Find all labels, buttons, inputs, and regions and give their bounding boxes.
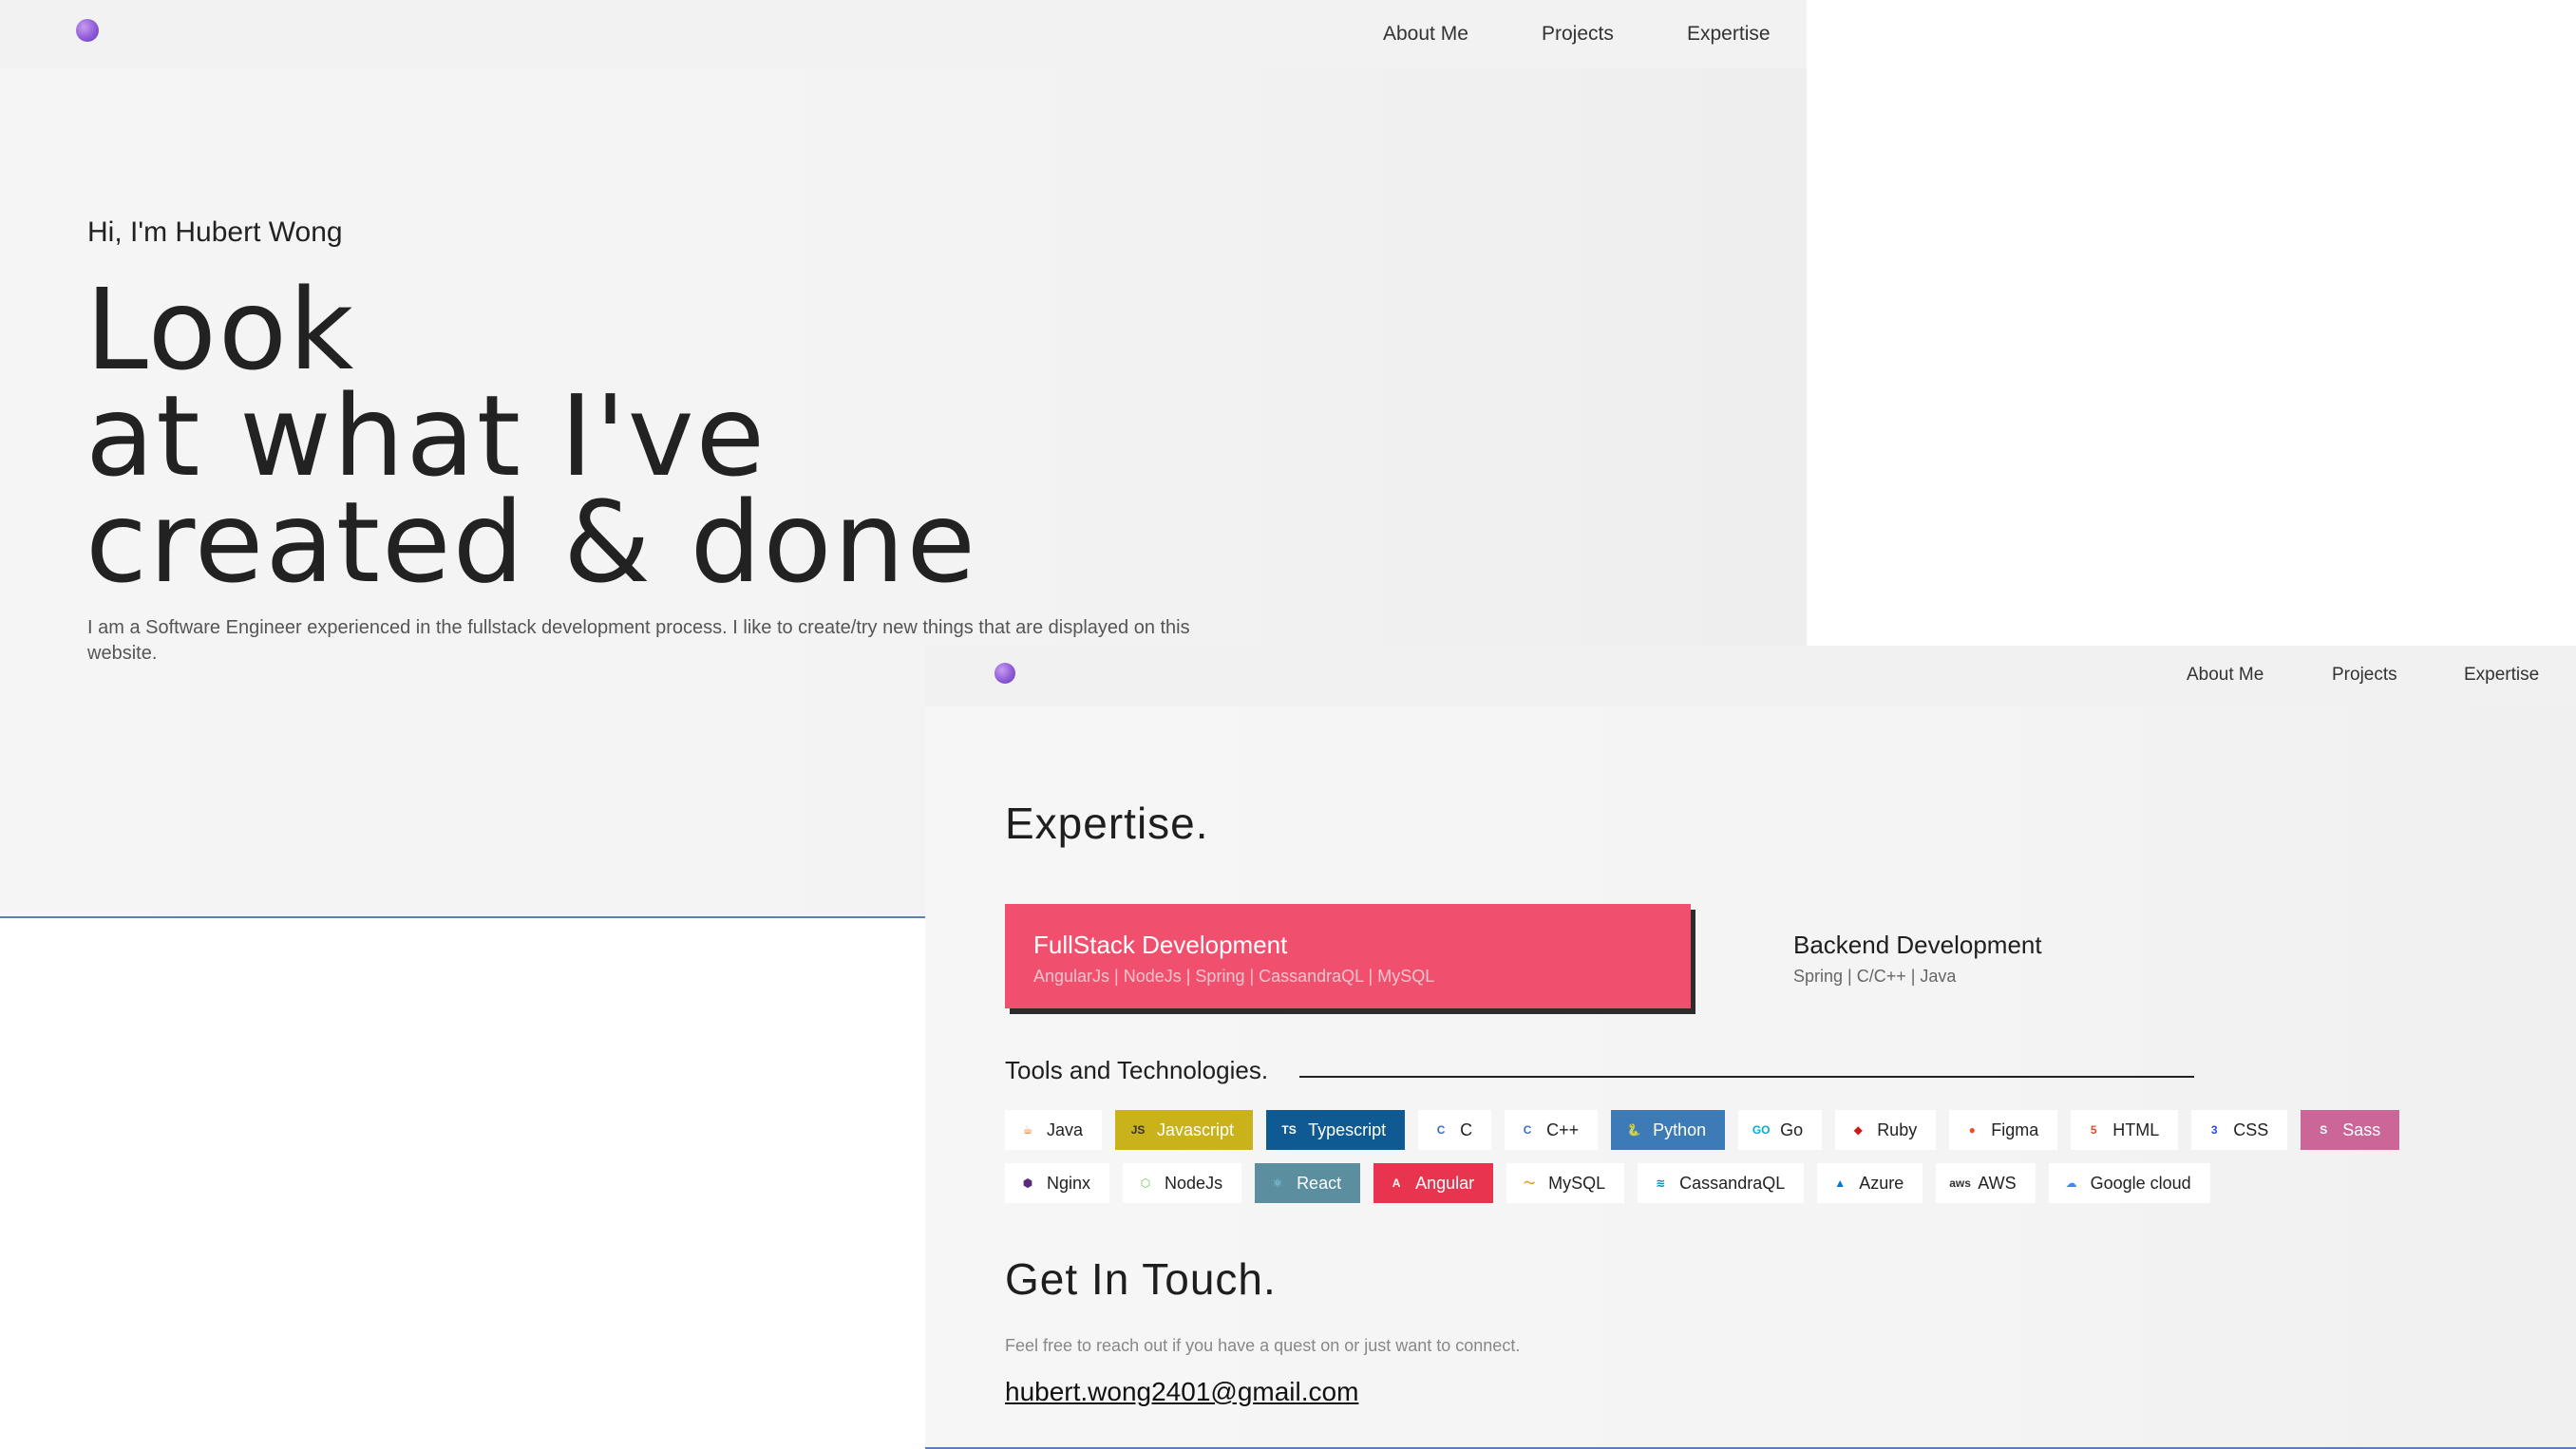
expertise-card-stack: Spring | C/C++ | Java	[1793, 967, 1957, 986]
sass-icon: S	[2320, 1123, 2328, 1137]
tool-chip-html[interactable]: 5 HTML	[2071, 1110, 2179, 1150]
tool-chip-javascript[interactable]: JS Javascript	[1115, 1110, 1254, 1150]
hero-navbar: About Me Projects Expertise	[0, 0, 1807, 68]
tool-chip-label: Go	[1780, 1120, 1804, 1139]
tool-chip-label: React	[1297, 1173, 1342, 1193]
html-icon: 5	[2090, 1123, 2097, 1137]
expertise-card-title: FullStack Development	[1033, 931, 1288, 959]
expertise-navbar: About Me Projects Expertise	[925, 646, 2576, 706]
expertise-card-stack: AngularJs | NodeJs | Spring | CassandraQ…	[1033, 967, 1435, 986]
tool-chip-azure[interactable]: ▲ Azure	[1817, 1163, 1923, 1203]
tool-chip-figma[interactable]: ● Figma	[1949, 1110, 2058, 1150]
tool-chip-java[interactable]: ☕ Java	[1005, 1110, 1103, 1150]
nginx-icon: ⬢	[1022, 1176, 1033, 1190]
tool-chip-label: C	[1460, 1120, 1473, 1139]
tool-chip-go[interactable]: GO Go	[1738, 1110, 1823, 1150]
tool-chip-label: Nginx	[1047, 1173, 1091, 1193]
cpp-icon: C	[1523, 1123, 1532, 1137]
javascript-icon: JS	[1130, 1123, 1146, 1137]
nodejs-icon: ⬡	[1140, 1176, 1151, 1190]
nav-expertise[interactable]: Expertise	[2464, 665, 2539, 686]
css-icon: 3	[2210, 1123, 2218, 1137]
tool-chip-label: Figma	[1991, 1120, 2039, 1139]
tool-chip-label: Javascript	[1157, 1120, 1235, 1139]
java-icon: ☕	[1022, 1123, 1033, 1137]
aws-icon: aws	[1949, 1176, 1971, 1190]
react-icon: ⚛	[1272, 1176, 1283, 1190]
tool-chip-c[interactable]: CC	[1418, 1110, 1492, 1150]
tool-chip-react[interactable]: ⚛ React	[1255, 1163, 1361, 1203]
python-icon: 🐍	[1626, 1123, 1641, 1137]
tool-chip-label: Azure	[1859, 1173, 1904, 1193]
nav-expertise[interactable]: Expertise	[1687, 23, 1771, 46]
tool-chip-angular[interactable]: A Angular	[1373, 1163, 1494, 1203]
tools-divider	[1299, 1076, 2194, 1078]
c-icon: C	[1436, 1123, 1446, 1137]
angular-icon: A	[1392, 1176, 1401, 1190]
hero-greeting: Hi, I'm Hubert Wong	[87, 216, 343, 248]
expertise-page-window: About Me Projects Expertise Expertise. F…	[925, 646, 2576, 1449]
tool-chip-label: Java	[1047, 1120, 1084, 1139]
logo-icon[interactable]	[76, 19, 99, 42]
expertise-card-backend[interactable]: Backend Development Spring | C/C++ | Jav…	[1765, 904, 2449, 1008]
cassandra-icon: ≋	[1656, 1176, 1666, 1190]
tool-chip-label: CSS	[2233, 1120, 2269, 1139]
tool-chip-label: CassandraQL	[1679, 1173, 1786, 1193]
tool-chip-label: HTML	[2112, 1120, 2160, 1139]
figma-icon: ●	[1968, 1123, 1976, 1137]
tools-row-2: ⬢ Nginx ⬡ NodeJs ⚛ React A Angular 〜 MySQL ≋ Cassan…	[1005, 1163, 2210, 1203]
tool-chip-cassandraql[interactable]: ≋ CassandraQL	[1638, 1163, 1805, 1203]
google-cloud-icon: ☁	[2065, 1176, 2077, 1190]
email-link[interactable]: hubert.wong2401@gmail.com	[1005, 1377, 1358, 1407]
tool-chip-mysql[interactable]: 〜 MySQL	[1506, 1163, 1625, 1203]
tool-chip-sass[interactable]: S Sass	[2301, 1110, 2400, 1150]
tool-chip-label: Angular	[1415, 1173, 1475, 1193]
nav-projects[interactable]: Projects	[2332, 665, 2397, 686]
headline-line-1: Look	[85, 264, 356, 395]
tool-chip-c-[interactable]: C C++	[1505, 1110, 1599, 1150]
expertise-card-title: Backend Development	[1793, 931, 2042, 959]
nav-projects[interactable]: Projects	[1542, 23, 1614, 46]
ruby-icon: ◆	[1853, 1123, 1863, 1137]
headline-line-3: created & done	[85, 477, 977, 608]
tool-chip-label: Sass	[2342, 1120, 2381, 1139]
azure-icon: ▲	[1834, 1176, 1847, 1190]
expertise-title: Expertise.	[1005, 799, 1209, 848]
nav-about-me[interactable]: About Me	[2187, 665, 2263, 686]
tools-row-1: ☕ Java JS Javascript TS Typescript C C C C++ 🐍 Pyth…	[1005, 1110, 2400, 1150]
tool-chip-python[interactable]: 🐍 Python	[1611, 1110, 1726, 1150]
nav-about-me[interactable]: About Me	[1383, 23, 1468, 46]
tool-chip-label: C++	[1546, 1120, 1580, 1139]
tools-title: Tools and Technologies.	[1005, 1056, 1269, 1084]
tool-chip-label: Ruby	[1877, 1120, 1918, 1139]
tool-chip-css[interactable]: 3 CSS	[2191, 1110, 2288, 1150]
tool-chip-ruby[interactable]: ◆ Ruby	[1835, 1110, 1937, 1150]
typescript-icon: TS	[1281, 1123, 1297, 1137]
get-in-touch-description: Feel free to reach out if you have a que…	[1005, 1336, 1521, 1355]
tool-chip-aws[interactable]: aws AWS	[1936, 1163, 2036, 1203]
tool-chip-nodejs[interactable]: ⬡ NodeJs	[1123, 1163, 1242, 1203]
mysql-icon: 〜	[1524, 1176, 1536, 1190]
logo-icon[interactable]	[994, 663, 1015, 684]
expertise-card-fullstack[interactable]: FullStack Development AngularJs | NodeJs…	[1005, 904, 1691, 1008]
tool-chip-label: NodeJs	[1165, 1173, 1223, 1193]
get-in-touch-title: Get In Touch.	[1005, 1254, 1277, 1304]
tool-chip-label: Google cloud	[2090, 1173, 2191, 1193]
go-icon: GO	[1752, 1123, 1771, 1137]
headline-line-2: at what I've	[85, 370, 767, 501]
tool-chip-label: Typescript	[1308, 1120, 1387, 1139]
tool-chip-google-cloud[interactable]: ☁ Google cloud	[2048, 1163, 2210, 1203]
tool-chip-label: MySQL	[1548, 1173, 1606, 1193]
tool-chip-nginx[interactable]: ⬢ Nginx	[1005, 1163, 1110, 1203]
tool-chip-typescript[interactable]: TS Typescript	[1266, 1110, 1406, 1150]
tool-chip-label: AWS	[1978, 1173, 2017, 1193]
tool-chip-label: Python	[1653, 1120, 1707, 1139]
